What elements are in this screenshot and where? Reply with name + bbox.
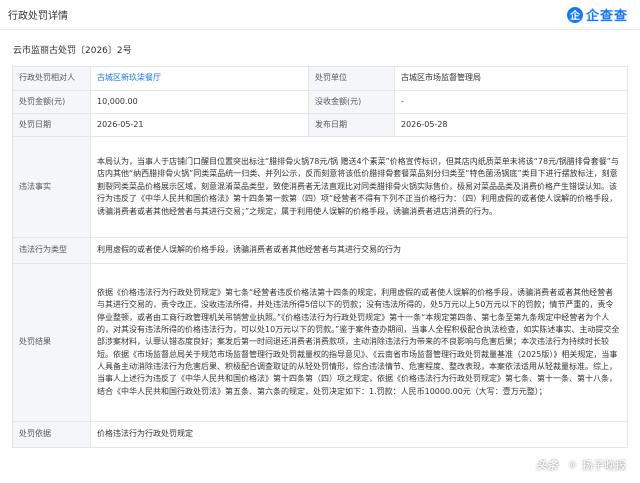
penalty-date-value: 2026-05-21 <box>90 113 309 137</box>
at-icon: @ <box>567 459 578 471</box>
page-header: 行政处罚详情 企 企查查 <box>0 0 640 30</box>
table-row: 处罚日期 2026-05-21 发布日期 2026-05-28 <box>12 113 628 137</box>
result-label: 处罚结果 <box>12 263 91 422</box>
table-row: 违法行为类型 利用虚假的或者使人误解的价格手段，诱骗消费者或者其他经营者与其进行… <box>12 237 628 264</box>
penalty-date-label: 处罚日期 <box>12 113 91 137</box>
page-title: 行政处罚详情 <box>8 11 68 22</box>
watermark-brand: 扬子晚报 <box>582 459 626 472</box>
table-row: 处罚依据 价格违法行为行政处罚规定 <box>12 421 628 448</box>
table-row: 违法事实 本局认为，当事人于店铺门口醒目位置突出标注“腊排骨火锅78元/锅 赠送… <box>12 136 628 238</box>
facts-label: 违法事实 <box>12 136 91 238</box>
violation-type-value: 利用虚假的或者使人误解的价格手段，诱骗消费者或者其他经营者与其进行交易的行为 <box>90 237 628 264</box>
penalty-info-table: 行政处罚相对人 古城区新玖柒餐厅 处罚单位 古城区市场监督管理局 处罚金额(元)… <box>12 66 628 448</box>
authority-value: 古城区市场监督管理局 <box>394 66 628 91</box>
facts-value: 本局认为，当事人于店铺门口醒目位置突出标注“腊排骨火锅78元/锅 赠送4个素菜”… <box>90 136 628 238</box>
publish-date-label: 发布日期 <box>308 113 395 137</box>
result-value: 依据《价格违法行为行政处罚规定》第七条“经营者违反价格法第十四条的规定，利用虚假… <box>90 263 628 422</box>
table-row: 行政处罚相对人 古城区新玖柒餐厅 处罚单位 古城区市场监督管理局 <box>12 66 628 91</box>
amount-value: 10,000.00 <box>90 90 309 114</box>
violation-type-label: 违法行为类型 <box>12 237 91 264</box>
toutiao-logo: 头条 <box>536 459 558 472</box>
table-row: 处罚金额(元) 10,000.00 没收金额(元) - <box>12 90 628 114</box>
watermark-divider <box>562 459 563 471</box>
document-number: 云市监丽古处罚〔2026〕2号 <box>13 46 132 56</box>
basis-value: 价格违法行为行政处罚规定 <box>90 421 628 448</box>
qichacha-logo[interactable]: 企 企查查 <box>566 5 628 24</box>
confiscated-value: - <box>394 90 628 114</box>
party-label: 行政处罚相对人 <box>12 66 91 91</box>
table-row: 处罚结果 依据《价格违法行为行政处罚规定》第七条“经营者违反价格法第十四条的规定… <box>12 263 628 422</box>
party-link[interactable]: 古城区新玖柒餐厅 <box>90 66 309 91</box>
qichacha-logo-icon: 企 <box>566 6 583 23</box>
confiscated-label: 没收金额(元) <box>308 90 395 114</box>
amount-label: 处罚金额(元) <box>12 90 91 114</box>
source-watermark: 头条 @ 扬子晚报 <box>536 457 626 473</box>
publish-date-value: 2026-05-28 <box>394 113 628 137</box>
qichacha-logo-text: 企查查 <box>585 9 628 24</box>
basis-label: 处罚依据 <box>12 421 91 448</box>
authority-label: 处罚单位 <box>308 66 395 91</box>
